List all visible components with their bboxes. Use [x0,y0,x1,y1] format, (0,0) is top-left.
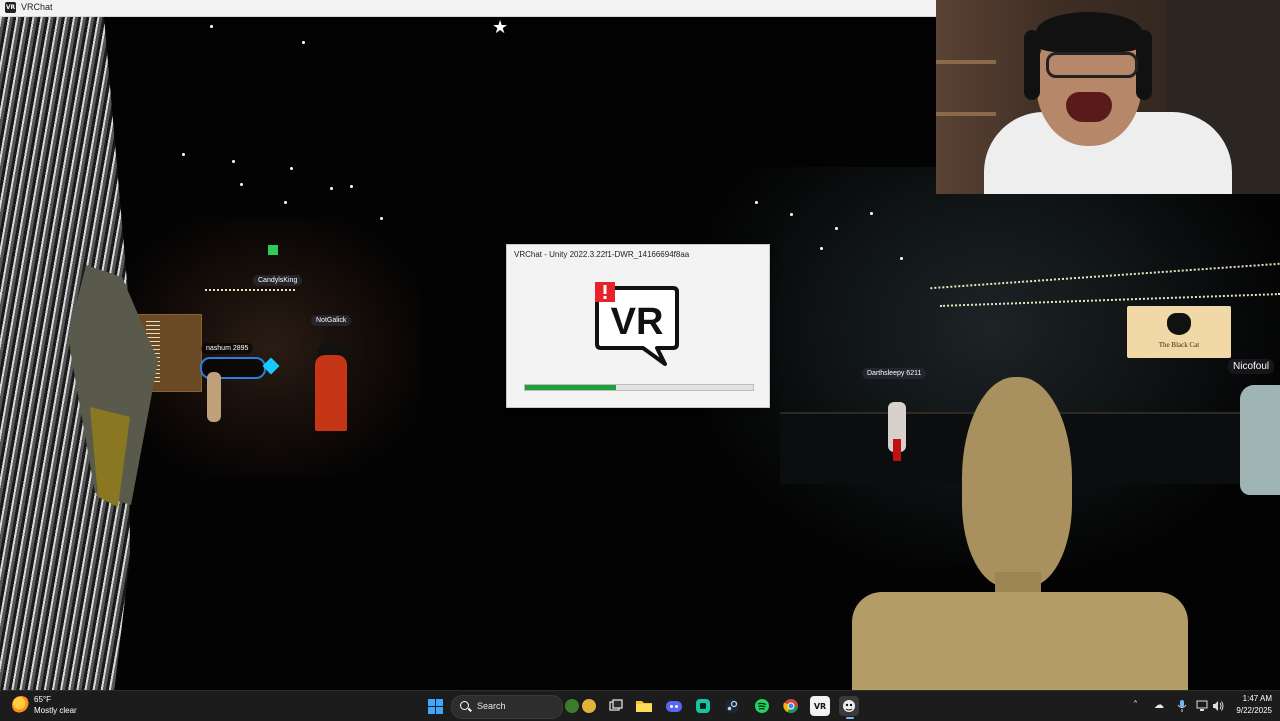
webcam-person-hair [1036,12,1142,52]
ceiling-star [284,201,287,204]
windows-logo-icon [427,698,443,714]
ceiling-star [870,212,873,215]
weather-temperature[interactable]: 65°F [34,695,51,704]
cat-logo-icon [1167,313,1191,335]
ceiling-star [302,41,305,44]
headset-icon [1024,30,1040,100]
window-titlebar[interactable]: VR VRChat [0,0,936,17]
battle-droid-body [852,592,1188,690]
weather-condition[interactable]: Mostly clear [34,706,77,715]
start-button[interactable] [425,696,445,716]
windows-taskbar: 65°F Mostly clear Search VR ˄ ☁ 1:47 AM … [0,690,1280,721]
nameplate-darthsleepy[interactable]: Darthsleepy 6211 [862,368,927,379]
webcam-shelf [936,60,996,64]
discord-alt-icon[interactable] [693,696,713,716]
string-lights [205,289,295,293]
clock-time[interactable]: 1:47 AM [1243,694,1272,703]
microphone-icon[interactable] [1177,700,1187,716]
ceiling-star [240,183,243,186]
headset-icon [1136,30,1152,100]
steam-icon[interactable] [722,696,742,716]
avatar-notgalick[interactable] [315,355,347,431]
network-icon[interactable] [1196,700,1208,716]
ceiling-star [900,257,903,260]
vr-logo-text: VR [611,301,664,343]
loading-progress-fill [525,385,617,390]
nameplate-candyisking[interactable]: CandylsKing [253,275,303,286]
chrome-icon[interactable] [781,696,801,716]
battle-droid-head [962,377,1072,587]
exit-sign [268,245,278,255]
window-title: VRChat [21,2,53,12]
ceiling-star [182,153,185,156]
ceiling-star [755,201,758,204]
dialog-title: VRChat - Unity 2022.3.22f1-DWR_14166694f… [514,250,690,259]
search-icon [460,701,469,710]
chevron-up-icon[interactable]: ˄ [1133,700,1138,712]
ceiling-star [232,160,235,163]
onedrive-cloud-icon[interactable]: ☁ [1154,700,1164,712]
vrchat-taskbar-icon[interactable]: VR [810,696,830,716]
sign-label: The Black Cat [1158,341,1200,349]
loading-dialog: VRChat - Unity 2022.3.22f1-DWR_14166694f… [506,244,770,408]
nameplate-nashum[interactable]: nashum 2895 [201,343,254,354]
ceiling-star [210,25,213,28]
volume-icon[interactable] [1212,700,1224,716]
webcam-shelf [936,112,996,116]
vrchat-logo-icon: VR [595,282,679,366]
search-label: Search [477,701,506,711]
nameplate-nicofoul[interactable]: Nicofoul [1228,359,1275,374]
vrchat-app-icon: VR [5,2,16,13]
widgets-icon[interactable] [565,699,579,713]
widgets-weather-icon[interactable] [582,699,596,713]
file-explorer-icon[interactable] [634,696,654,716]
webcam-person-glasses [1046,52,1138,78]
ceiling-star [350,185,353,188]
ceiling-star [820,247,823,250]
ceiling-star [790,213,793,216]
avatar-darthsleepy-leg [893,439,901,461]
avatar-small-left[interactable] [207,372,221,422]
webcam-person-mouth [1066,92,1112,122]
ceiling-star [290,167,293,170]
avatar-nicofoul[interactable] [1240,385,1280,495]
taskbar-search-box[interactable]: Search [451,695,563,719]
ceiling-star [835,227,838,230]
webcam-overlay [936,0,1280,194]
nameplate-notgalick[interactable]: NotGalick [311,315,352,326]
clock-date[interactable]: 9/22/2025 [1236,706,1272,715]
active-app-indicator [846,717,854,719]
task-view-icon[interactable] [606,696,626,716]
sun-icon[interactable] [12,696,30,714]
spotify-icon[interactable] [752,696,772,716]
discord-icon[interactable] [664,696,684,716]
the-black-cat-sign: The Black Cat [1127,306,1231,358]
loading-progress-bar [524,384,754,391]
ceiling-star [330,187,333,190]
ceiling-star-icon: ★ [492,17,509,38]
ceiling-star [380,217,383,220]
vrchat-active-icon[interactable] [839,696,859,716]
